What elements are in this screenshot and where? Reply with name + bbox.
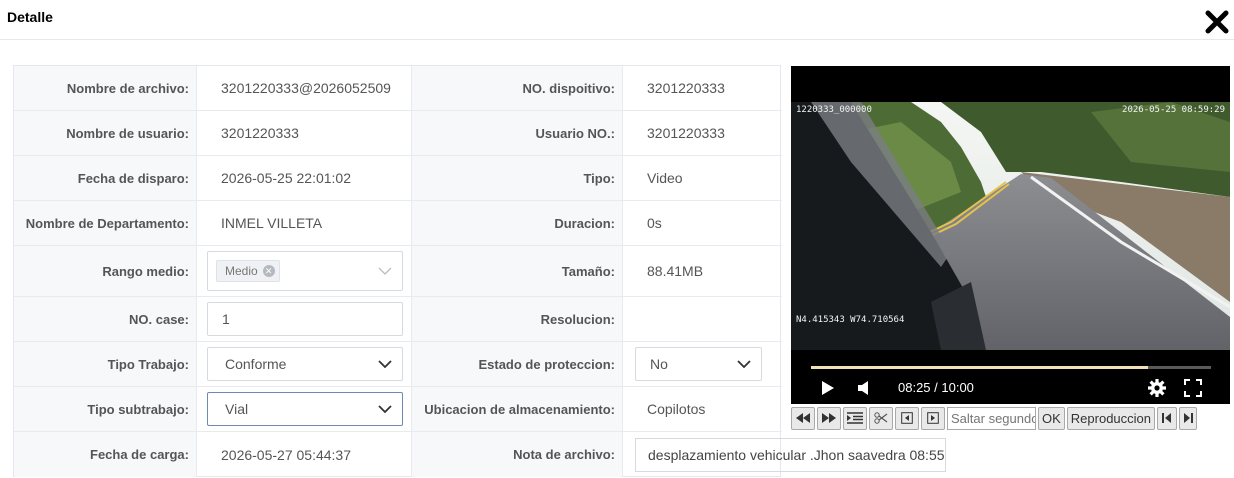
subwork-type-select[interactable]: Vial — [207, 392, 403, 426]
medium-tag: Medio ✕ — [216, 260, 280, 282]
file-note-input[interactable]: desplazamiento vehicular .Jhon saavedra … — [635, 437, 946, 472]
frame-forward-icon — [927, 412, 939, 424]
rewind-button[interactable] — [791, 406, 815, 430]
skip-end-icon — [1184, 413, 1194, 423]
medium-tag-label: Medio — [225, 264, 258, 278]
protection-state-select[interactable]: No — [635, 347, 762, 381]
volume-icon[interactable] — [857, 380, 871, 396]
scissors-icon — [874, 412, 888, 424]
frame-back-icon — [901, 412, 913, 424]
upload-date-value: 2026-05-27 05:44:37 — [196, 432, 412, 477]
case-no-cell: 1 — [196, 297, 412, 341]
fullscreen-icon[interactable] — [1184, 379, 1202, 397]
upload-date-label: Fecha de carga: — [14, 432, 196, 477]
work-type-cell: Conforme — [196, 342, 412, 386]
fast-forward-icon — [822, 413, 836, 423]
department-label: Nombre de Departamento: — [14, 201, 196, 245]
video-scene: 1220333_000000 2026-05-25 08:59:29 N4.41… — [791, 102, 1230, 350]
detail-row: Tipo Trabajo: Conforme Estado de protecc… — [14, 342, 782, 387]
dialog-title: Detalle — [7, 9, 53, 25]
size-value: 88.41MB — [622, 246, 782, 296]
size-label: Tamaño: — [412, 246, 622, 296]
detail-row: Fecha de carga: 2026-05-27 05:44:37 Nota… — [14, 432, 946, 477]
storage-location-value: Copilotos — [622, 387, 782, 431]
gear-icon[interactable] — [1147, 378, 1167, 398]
protection-state-cell: No — [622, 342, 782, 386]
skip-start-icon — [1162, 413, 1172, 423]
type-value: Video — [622, 156, 782, 200]
resolution-value — [622, 297, 782, 341]
osd-timestamp: 2026-05-25 08:59:29 — [1122, 105, 1225, 115]
skip-start-button[interactable] — [1157, 406, 1178, 430]
file-note-cell: desplazamiento vehicular .Jhon saavedra … — [622, 432, 946, 477]
medium-range-label: Rango medio: — [14, 246, 196, 296]
chevron-down-icon — [378, 267, 392, 275]
chevron-down-icon — [378, 360, 392, 368]
ok-button[interactable]: OK — [1038, 406, 1065, 430]
detail-table: Nombre de archivo: 3201220333@2026052509… — [13, 65, 946, 477]
detail-row: Nombre de archivo: 3201220333@2026052509… — [14, 66, 782, 111]
detail-row: Rango medio: Medio ✕ Tamaño: 88.41MB — [14, 246, 782, 297]
device-no-label: NO. dispoitivo: — [412, 66, 622, 110]
detail-row: Fecha de disparo: 2026-05-25 22:01:02 Ti… — [14, 156, 782, 201]
detail-row: Nombre de Departamento: INMEL VILLETA Du… — [14, 201, 782, 246]
protection-state-value: No — [650, 356, 668, 372]
frame-back-button[interactable] — [895, 406, 919, 430]
work-type-select[interactable]: Conforme — [207, 347, 403, 381]
video-frame[interactable]: 1220333_000000 2026-05-25 08:59:29 N4.41… — [791, 102, 1230, 350]
osd-device-id: 1220333_000000 — [796, 105, 872, 115]
storage-location-label: Ubicacion de almacenamiento: — [412, 387, 622, 431]
file-name-label: Nombre de archivo: — [14, 66, 196, 110]
subwork-type-cell: Vial — [196, 387, 412, 431]
progress-fill — [811, 366, 1148, 369]
case-no-label: NO. case: — [14, 297, 196, 341]
progress-bar[interactable] — [811, 366, 1211, 369]
dialog-header: Detalle — [0, 0, 1234, 40]
tag-remove-icon[interactable]: ✕ — [262, 265, 275, 277]
play-icon[interactable] — [821, 380, 835, 396]
detail-row: Nombre de usuario: 3201220333 Usuario NO… — [14, 111, 782, 156]
subwork-type-value: Vial — [225, 401, 249, 417]
user-name-label: Nombre de usuario: — [14, 111, 196, 155]
device-no-value: 3201220333 — [622, 66, 782, 110]
chevron-down-icon — [737, 360, 751, 368]
resolution-label: Resolucion: — [412, 297, 622, 341]
fast-forward-button[interactable] — [817, 406, 841, 430]
work-type-value: Conforme — [225, 356, 287, 372]
indent-button[interactable] — [843, 406, 867, 430]
osd-coordinates: N4.415343 W74.710564 — [796, 315, 904, 325]
skip-end-button[interactable] — [1179, 406, 1198, 430]
frame-forward-button[interactable] — [921, 406, 945, 430]
chevron-down-icon — [378, 405, 392, 413]
video-player[interactable]: 1220333_000000 2026-05-25 08:59:29 N4.41… — [791, 66, 1230, 404]
protection-state-label: Estado de proteccion: — [412, 342, 622, 386]
medium-range-cell: Medio ✕ — [196, 246, 412, 296]
case-no-input[interactable]: 1 — [207, 302, 403, 336]
trigger-date-label: Fecha de disparo: — [14, 156, 196, 200]
user-name-value: 3201220333 — [196, 111, 412, 155]
cut-button[interactable] — [869, 406, 893, 430]
user-no-value: 3201220333 — [622, 111, 782, 155]
file-note-label: Nota de archivo: — [412, 432, 622, 477]
indent-icon — [847, 412, 863, 424]
player-toolbar: Saltar segundos OK Reproduccion — [791, 406, 1230, 430]
file-name-value: 3201220333@2026052509 — [196, 66, 412, 110]
rewind-icon — [796, 413, 810, 423]
subwork-type-label: Tipo subtrabajo: — [14, 387, 196, 431]
duration-label: Duracion: — [412, 201, 622, 245]
department-value: INMEL VILLETA — [196, 201, 412, 245]
trigger-date-value: 2026-05-25 22:01:02 — [196, 156, 412, 200]
close-icon[interactable] — [1204, 9, 1230, 35]
seek-seconds-input[interactable]: Saltar segundos — [947, 406, 1036, 430]
detail-row: NO. case: 1 Resolucion: — [14, 297, 782, 342]
player-controls: 08:25 / 10:00 — [791, 350, 1230, 404]
duration-value: 0s — [622, 201, 782, 245]
work-type-label: Tipo Trabajo: — [14, 342, 196, 386]
medium-range-select[interactable]: Medio ✕ — [207, 251, 403, 291]
type-label: Tipo: — [412, 156, 622, 200]
time-display: 08:25 / 10:00 — [898, 380, 974, 395]
detail-row: Tipo subtrabajo: Vial Ubicacion de almac… — [14, 387, 782, 432]
user-no-label: Usuario NO.: — [412, 111, 622, 155]
playback-button[interactable]: Reproduccion — [1066, 406, 1156, 430]
